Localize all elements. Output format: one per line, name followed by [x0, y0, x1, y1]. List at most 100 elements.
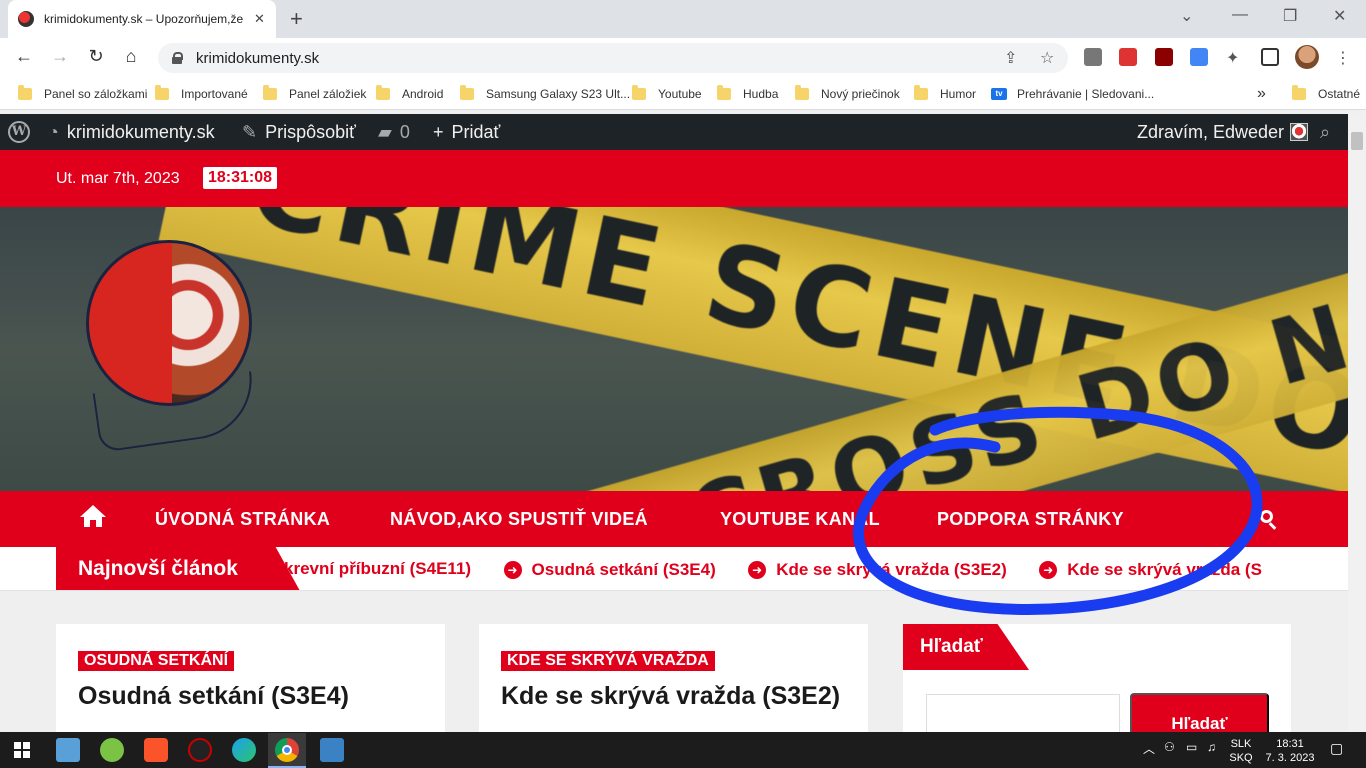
network-icon[interactable]: ▭: [1186, 740, 1197, 754]
volume-icon[interactable]: ♫: [1207, 740, 1216, 754]
search-widget-button[interactable]: Hľadať: [1130, 693, 1269, 732]
bookmark-folder[interactable]: Youtube: [632, 78, 702, 110]
bookmark-folder[interactable]: Android: [376, 78, 443, 110]
nav-item-home[interactable]: ÚVODNÁ STRÁNKA: [155, 491, 330, 547]
utorrent-app-icon[interactable]: [100, 738, 124, 762]
address-bar[interactable]: krimidokumenty.sk: [158, 43, 1068, 73]
bookmark-folder-other[interactable]: Ostatné: [1292, 78, 1360, 110]
folder-icon: [632, 85, 646, 100]
tab-search-chevron-icon[interactable]: ⌄: [1180, 6, 1193, 26]
reload-icon[interactable]: ↻: [84, 46, 108, 67]
ublock-icon[interactable]: [1155, 48, 1173, 66]
ticker-label: Najnovší článok: [56, 547, 300, 590]
restore-icon[interactable]: ❐: [1283, 6, 1297, 26]
bookmark-folder[interactable]: Samsung Galaxy S23 Ult...: [460, 78, 630, 110]
bookmark-folder[interactable]: Panel so záložkami: [18, 78, 147, 110]
admin-add-new-link[interactable]: + Pridať: [433, 114, 500, 150]
folder-icon: [460, 85, 474, 100]
back-icon[interactable]: ←: [12, 46, 36, 67]
bookmark-folder[interactable]: Hudba: [717, 78, 778, 110]
forward-icon[interactable]: →: [48, 46, 72, 67]
lock-icon[interactable]: [172, 52, 183, 64]
plus-icon: +: [433, 121, 444, 142]
arrow-right-icon: ➜: [1039, 561, 1058, 579]
page-scrollbar[interactable]: [1348, 114, 1366, 732]
ticker-item[interactable]: ➜ Kde se skrývá vražda (S3E2): [748, 548, 1007, 590]
nav-item-support[interactable]: PODPORA STRÁNKY: [937, 491, 1124, 547]
url-text[interactable]: krimidokumenty.sk: [196, 50, 319, 67]
bookmark-folder[interactable]: Importované: [155, 78, 248, 110]
folder-icon: [18, 85, 32, 100]
admin-comments-link[interactable]: ▰ 0: [378, 114, 410, 150]
post-title[interactable]: Osudná setkání (S3E4): [78, 682, 349, 711]
admin-site-link[interactable]: ◔ krimidokumenty.sk: [48, 114, 215, 150]
admin-search-icon[interactable]: ⌕: [1320, 114, 1330, 150]
site-logo[interactable]: [86, 240, 252, 406]
bookmark-star-icon[interactable]: ☆: [1040, 48, 1054, 68]
network-app-icon[interactable]: [320, 738, 344, 762]
site-favicon-icon: [18, 11, 34, 27]
post-category-badge[interactable]: OSUDNÁ SETKÁNÍ: [78, 651, 235, 671]
tab-title: krimidokumenty.sk – Upozorňujem,že n: [44, 12, 244, 26]
notifications-icon[interactable]: ▢: [1330, 740, 1343, 757]
folder-icon: [263, 85, 277, 100]
share-icon[interactable]: ⇪: [1004, 48, 1017, 68]
bookmark-folder[interactable]: Nový priečinok: [795, 78, 900, 110]
comment-bubble-icon: ▰: [378, 121, 392, 142]
chrome-app-active[interactable]: [268, 733, 306, 768]
close-window-icon[interactable]: ✕: [1333, 6, 1346, 26]
post-title[interactable]: Kde se skrývá vražda (S3E2): [501, 682, 840, 711]
wp-logo-menu[interactable]: W: [8, 114, 30, 150]
nav-search-icon[interactable]: [1260, 510, 1278, 530]
browser-tab-active[interactable]: krimidokumenty.sk – Upozorňujem,že n ✕: [8, 0, 276, 38]
main-navigation: ÚVODNÁ STRÁNKA NÁVOD,AKO SPUSTIŤ VIDEÁ Y…: [0, 491, 1348, 547]
date-bar: Ut. mar 7th, 2023 18:31:08: [0, 150, 1348, 207]
home-icon[interactable]: ⌂: [119, 46, 143, 67]
translate-icon[interactable]: [1190, 48, 1208, 66]
admin-account-menu[interactable]: Zdravím, Edweder: [1137, 114, 1309, 150]
tv-icon: tv: [991, 88, 1007, 100]
browser-menu-icon[interactable]: ⋮: [1335, 48, 1351, 68]
video-extension-icon[interactable]: [1119, 48, 1137, 66]
media-app-icon[interactable]: [188, 738, 212, 762]
mail-extension-icon[interactable]: [1084, 48, 1102, 66]
search-widget-input[interactable]: [926, 694, 1120, 732]
explorer-app-icon[interactable]: [56, 738, 80, 762]
ticker-item[interactable]: ➜ Osudná setkání (S3E4): [503, 548, 716, 590]
bookmark-link[interactable]: tv Prehrávanie | Sledovani...: [991, 78, 1154, 110]
dashboard-gauge-icon: ◔: [48, 121, 59, 142]
nav-home-icon[interactable]: [80, 505, 106, 529]
windows-taskbar: ︿ ⚇ ▭ ♫ SLK SKQ 18:31 7. 3. 2023 ▢: [0, 732, 1366, 768]
new-tab-icon[interactable]: +: [290, 8, 303, 30]
bookmark-folder[interactable]: Humor: [914, 78, 976, 110]
folder-icon: [155, 85, 169, 100]
scrollbar-thumb[interactable]: [1351, 132, 1363, 150]
extensions-puzzle-icon[interactable]: ✦: [1226, 48, 1239, 68]
minimize-icon[interactable]: —: [1232, 6, 1248, 24]
show-hidden-icons-chevron[interactable]: ︿: [1143, 740, 1155, 757]
folder-icon: [1292, 85, 1306, 100]
search-widget: Hľadať Hľadať: [903, 624, 1291, 732]
post-category-badge[interactable]: KDE SE SKRÝVÁ VRAŽDA: [501, 651, 715, 671]
edge-app-icon[interactable]: [232, 738, 256, 762]
system-clock[interactable]: 18:31 7. 3. 2023: [1262, 737, 1318, 765]
windows-start-icon[interactable]: [14, 742, 30, 758]
post-card: OSUDNÁ SETKÁNÍ Osudná setkání (S3E4): [56, 624, 445, 732]
latest-articles-ticker: krevní příbuzní (S4E11) ➜ Osudná setkání …: [0, 547, 1348, 591]
input-language[interactable]: SLK SKQ: [1226, 737, 1256, 765]
nav-item-youtube[interactable]: YOUTUBE KANÁL: [720, 491, 880, 547]
brave-app-icon[interactable]: [144, 738, 168, 762]
ticker-item[interactable]: krevní příbuzní (S4E11): [284, 547, 471, 590]
side-panel-icon[interactable]: [1261, 48, 1279, 66]
ticker-item[interactable]: ➜ Kde se skrývá vražda (S: [1039, 548, 1262, 590]
admin-customize-link[interactable]: ✎ Prispôsobiť: [242, 114, 356, 150]
more-bookmarks-chevron[interactable]: »: [1257, 78, 1266, 110]
current-date: Ut. mar 7th, 2023: [56, 170, 180, 187]
web-page: W ◔ krimidokumenty.sk ✎ Prispôsobiť ▰ 0 …: [0, 114, 1348, 732]
bookmark-folder[interactable]: Panel záložiek: [263, 78, 366, 110]
close-tab-icon[interactable]: ✕: [254, 11, 265, 27]
nav-item-video-guide[interactable]: NÁVOD,AKO SPUSTIŤ VIDEÁ: [390, 491, 648, 547]
people-icon[interactable]: ⚇: [1164, 740, 1175, 754]
wordpress-icon: W: [8, 121, 30, 143]
profile-avatar[interactable]: [1295, 45, 1319, 69]
